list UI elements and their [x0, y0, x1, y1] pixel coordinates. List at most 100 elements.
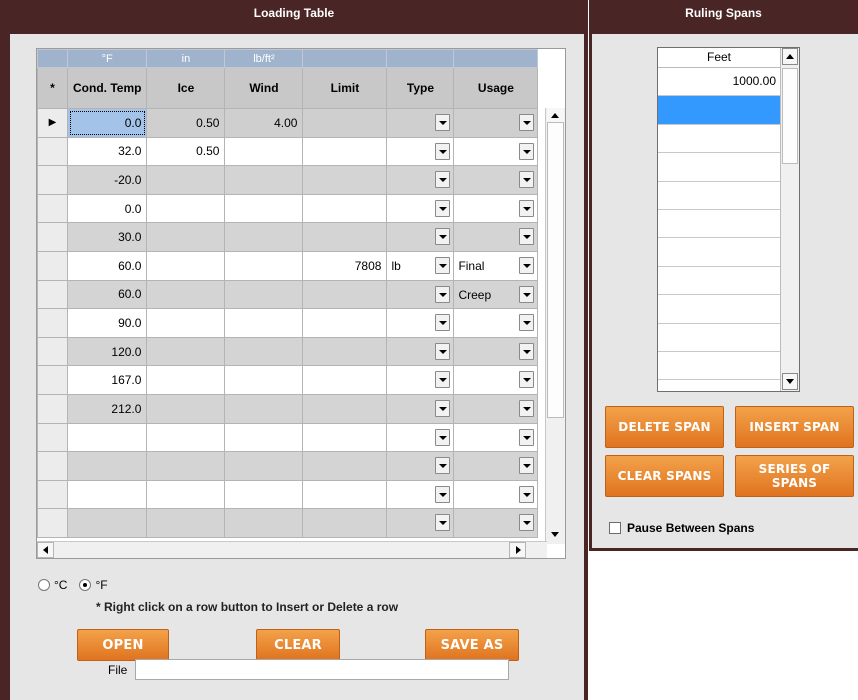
wind-cell[interactable]: [224, 451, 304, 481]
delete-span-button[interactable]: DELETE SPAN: [605, 406, 724, 448]
limit-cell[interactable]: [302, 108, 388, 138]
usage-chevron-down-icon[interactable]: [519, 171, 535, 189]
limit-cell[interactable]: 7808: [302, 250, 388, 281]
temp-cell[interactable]: [66, 508, 148, 538]
row-button[interactable]: [37, 508, 68, 538]
ice-cell[interactable]: [146, 393, 226, 424]
type-chevron-down-icon[interactable]: [435, 514, 451, 532]
usage-chevron-down-icon[interactable]: [519, 256, 535, 274]
ice-cell[interactable]: 0.50: [146, 136, 226, 167]
limit-cell[interactable]: [302, 222, 388, 252]
usage-dropdown[interactable]: [453, 451, 539, 481]
row-button[interactable]: ▶: [37, 108, 68, 138]
type-chevron-down-icon[interactable]: [435, 199, 451, 217]
wind-cell[interactable]: [224, 422, 304, 453]
type-dropdown[interactable]: [386, 222, 455, 252]
type-chevron-down-icon[interactable]: [435, 114, 451, 131]
usage-chevron-down-icon[interactable]: [519, 114, 535, 131]
type-dropdown[interactable]: [386, 165, 455, 195]
wind-cell[interactable]: [224, 165, 304, 195]
temp-cell[interactable]: 212.0: [66, 393, 148, 424]
table-row[interactable]: 167.0: [37, 365, 548, 395]
usage-dropdown[interactable]: [453, 193, 539, 224]
type-dropdown[interactable]: [386, 508, 455, 538]
pause-between-spans[interactable]: Pause Between Spans: [609, 521, 754, 535]
usage-dropdown[interactable]: Final: [453, 250, 539, 281]
type-dropdown[interactable]: lb: [386, 250, 455, 281]
ice-cell[interactable]: [146, 279, 226, 310]
row-button[interactable]: [37, 336, 68, 367]
type-dropdown[interactable]: [386, 308, 455, 338]
wind-cell[interactable]: [224, 336, 304, 367]
type-chevron-down-icon[interactable]: [435, 256, 451, 274]
table-row[interactable]: [37, 451, 548, 481]
ice-cell[interactable]: 0.50: [146, 108, 226, 138]
span-row[interactable]: [658, 267, 780, 296]
grid-horizontal-scrollbar[interactable]: [37, 541, 547, 558]
wind-cell[interactable]: [224, 508, 304, 538]
limit-cell[interactable]: [302, 422, 388, 453]
ice-cell[interactable]: [146, 250, 226, 281]
row-button[interactable]: [37, 365, 68, 395]
wind-cell[interactable]: [224, 222, 304, 252]
type-chevron-down-icon[interactable]: [435, 371, 451, 389]
row-button[interactable]: [37, 165, 68, 195]
type-dropdown[interactable]: [386, 193, 455, 224]
insert-span-button[interactable]: INSERT SPAN: [735, 406, 854, 448]
span-row[interactable]: [658, 295, 780, 324]
table-row[interactable]: -20.0: [37, 165, 548, 195]
usage-chevron-down-icon[interactable]: [519, 399, 535, 417]
wind-cell[interactable]: [224, 393, 304, 424]
row-button[interactable]: [37, 250, 68, 281]
usage-dropdown[interactable]: [453, 136, 539, 167]
usage-dropdown[interactable]: [453, 222, 539, 252]
limit-cell[interactable]: [302, 508, 388, 538]
usage-chevron-down-icon[interactable]: [519, 514, 535, 532]
limit-cell[interactable]: [302, 165, 388, 195]
ice-cell[interactable]: [146, 222, 226, 252]
usage-chevron-down-icon[interactable]: [519, 485, 535, 503]
span-row[interactable]: [658, 182, 780, 210]
wind-cell[interactable]: [224, 279, 304, 310]
row-button[interactable]: [37, 451, 68, 481]
span-row[interactable]: [658, 210, 780, 239]
span-row[interactable]: [658, 153, 780, 182]
type-dropdown[interactable]: [386, 336, 455, 367]
span-row[interactable]: [658, 324, 780, 352]
type-dropdown[interactable]: [386, 279, 455, 310]
temp-cell[interactable]: 60.0: [66, 279, 148, 310]
usage-chevron-down-icon[interactable]: [519, 371, 535, 389]
header-ice[interactable]: Ice: [146, 67, 226, 109]
wind-cell[interactable]: [224, 136, 304, 167]
wind-cell[interactable]: [224, 250, 304, 281]
type-chevron-down-icon[interactable]: [435, 399, 451, 417]
fahrenheit-radio[interactable]: [79, 579, 92, 591]
usage-dropdown[interactable]: [453, 479, 539, 510]
clear-button[interactable]: CLEAR: [256, 629, 340, 661]
usage-dropdown[interactable]: [453, 336, 539, 367]
limit-cell[interactable]: [302, 136, 388, 167]
table-row[interactable]: 90.0: [37, 308, 548, 338]
wind-cell[interactable]: 4.00: [224, 108, 304, 138]
row-button[interactable]: [37, 136, 68, 167]
type-chevron-down-icon[interactable]: [435, 285, 451, 303]
wind-cell[interactable]: [224, 365, 304, 395]
usage-dropdown[interactable]: [453, 108, 539, 138]
temp-cell[interactable]: 30.0: [66, 222, 148, 252]
temp-cell[interactable]: 60.0: [66, 250, 148, 281]
span-list-scrollbar[interactable]: [780, 48, 799, 391]
type-dropdown[interactable]: [386, 108, 455, 138]
limit-cell[interactable]: [302, 393, 388, 424]
usage-dropdown[interactable]: [453, 393, 539, 424]
ice-cell[interactable]: [146, 422, 226, 453]
limit-cell[interactable]: [302, 479, 388, 510]
type-dropdown[interactable]: [386, 365, 455, 395]
type-chevron-down-icon[interactable]: [435, 342, 451, 360]
header-temp[interactable]: Cond. Temp: [66, 67, 148, 109]
usage-dropdown[interactable]: [453, 422, 539, 453]
temp-cell[interactable]: [66, 479, 148, 510]
type-dropdown[interactable]: [386, 451, 455, 481]
scroll-up-button[interactable]: [547, 108, 564, 123]
usage-chevron-down-icon[interactable]: [519, 228, 535, 246]
row-button[interactable]: [37, 422, 68, 453]
